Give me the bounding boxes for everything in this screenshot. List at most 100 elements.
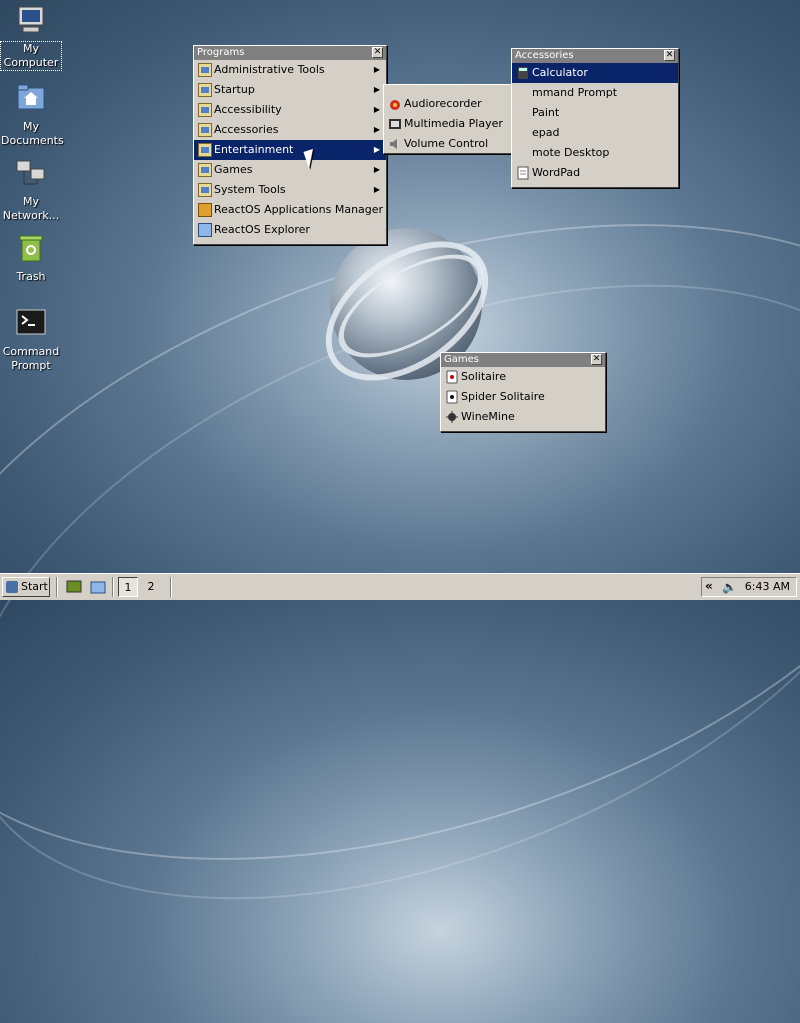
menu-item-accessibility[interactable]: Accessibility ▶ — [194, 100, 386, 120]
menu-item-label: mote Desktop — [532, 146, 610, 159]
menu-item-label: Volume Control — [404, 137, 489, 150]
games-menu-title: Games ✕ — [441, 353, 605, 367]
program-group-icon — [198, 183, 212, 197]
desktop-icon-label: My Computer — [0, 41, 62, 71]
program-group-icon — [198, 83, 212, 97]
workspace-label: 1 — [124, 581, 132, 594]
menu-item-calculator[interactable]: Calculator — [512, 63, 678, 83]
menu-item-command-prompt[interactable]: mmand Prompt — [512, 83, 678, 103]
submenu-arrow-icon: ▶ — [373, 65, 380, 74]
my-network-icon — [16, 160, 45, 185]
clock[interactable]: 6:43 AM — [745, 580, 790, 593]
my-computer-icon — [18, 6, 44, 33]
menu-item-accessories[interactable]: Accessories ▶ — [194, 120, 386, 140]
explorer-icon — [198, 223, 212, 237]
multimedia-player-icon — [389, 119, 401, 129]
my-documents-icon — [17, 84, 45, 110]
menu-item-label: ReactOS Applications Manager — [214, 203, 384, 216]
menu-item-applications-manager[interactable]: ReactOS Applications Manager — [194, 200, 386, 220]
desktop-icon-trash[interactable]: Trash — [1, 232, 61, 284]
menu-item-wordpad[interactable]: WordPad — [512, 163, 678, 183]
desktop-icon-label: Command Prompt — [2, 345, 60, 372]
menu-item-label: Startup — [214, 83, 255, 96]
workspace-2-button[interactable]: 2 — [141, 577, 161, 597]
start-button[interactable]: Start — [2, 577, 50, 597]
menu-item-label: epad — [532, 126, 560, 139]
desktop-icon-label: My Documents — [1, 120, 64, 147]
wordpad-icon — [517, 166, 529, 180]
desktop-icon-command-prompt[interactable]: Command Prompt — [1, 307, 61, 373]
program-group-icon — [198, 103, 212, 117]
menu-item-label: Multimedia Player — [404, 117, 503, 130]
menu-item-reactos-explorer[interactable]: ReactOS Explorer — [194, 220, 386, 240]
menu-item-label: WordPad — [532, 166, 581, 179]
system-tray: « 🔈 6:43 AM — [701, 577, 797, 597]
desktop-icon-label: Trash — [16, 270, 46, 283]
submenu-arrow-icon: ▶ — [373, 145, 380, 154]
program-group-icon — [198, 63, 212, 77]
submenu-arrow-icon: ▶ — [373, 165, 380, 174]
menu-item-spider-solitaire[interactable]: Spider Solitaire — [441, 387, 605, 407]
desktop-icon-my-network[interactable]: My Network... — [1, 157, 61, 223]
programs-menu-title-text: Programs — [197, 47, 245, 58]
start-button-label: Start — [21, 580, 48, 593]
submenu-arrow-icon: ▶ — [373, 185, 380, 194]
menu-item-system-tools[interactable]: System Tools ▶ — [194, 180, 386, 200]
accessories-menu-title: Accessories ✕ — [512, 49, 678, 63]
menu-item-label: WineMine — [461, 410, 515, 423]
accessories-menu-title-text: Accessories — [515, 50, 574, 61]
programs-menu-title: Programs ✕ — [194, 46, 386, 60]
volume-icon[interactable]: 🔈 — [722, 580, 737, 594]
volume-control-icon — [390, 139, 397, 149]
submenu-arrow-icon: ▶ — [373, 85, 380, 94]
menu-item-label: Spider Solitaire — [461, 390, 545, 403]
program-group-icon — [198, 123, 212, 137]
menu-item-label: Solitaire — [461, 370, 506, 383]
desktop-icon-label: My Network... — [2, 195, 60, 222]
start-logo-icon — [6, 581, 18, 593]
close-icon[interactable]: ✕ — [372, 47, 383, 58]
menu-item-administrative-tools[interactable]: Administrative Tools ▶ — [194, 60, 386, 80]
tray-expand-icon[interactable]: « — [705, 579, 713, 593]
menu-item-label: Audiorecorder — [404, 97, 482, 110]
accessories-menu: Accessories ✕ Calculator mmand Prompt Pa… — [511, 48, 679, 188]
applications-manager-icon — [198, 203, 212, 217]
calculator-icon — [518, 67, 528, 79]
workspace-label: 2 — [147, 580, 155, 593]
close-icon[interactable]: ✕ — [591, 354, 602, 365]
menu-item-label: Games — [214, 163, 253, 176]
menu-item-entertainment[interactable]: Entertainment ▶ — [194, 140, 386, 160]
close-icon[interactable]: ✕ — [664, 50, 675, 61]
explorer-quicklaunch-icon[interactable] — [90, 579, 106, 595]
desktop-icon-my-computer[interactable]: My Computer — [0, 4, 62, 71]
menu-item-solitaire[interactable]: Solitaire — [441, 367, 605, 387]
menu-item-label: Calculator — [532, 66, 588, 79]
desktop-icon-my-documents[interactable]: My Documents — [1, 82, 64, 148]
winemine-icon — [446, 411, 458, 423]
menu-item-label: Accessibility — [214, 103, 282, 116]
games-menu-title-text: Games — [444, 354, 479, 365]
submenu-arrow-icon: ▶ — [373, 105, 380, 114]
menu-item-winemine[interactable]: WineMine — [441, 407, 605, 427]
menu-item-remote-desktop[interactable]: mote Desktop — [512, 143, 678, 163]
menu-item-paint[interactable]: Paint — [512, 103, 678, 123]
menu-item-startup[interactable]: Startup ▶ — [194, 80, 386, 100]
taskbar: Start 1 2 « 🔈 6:43 AM — [0, 573, 800, 600]
menu-item-label: Entertainment — [214, 143, 294, 156]
menu-item-notepad[interactable]: epad — [512, 123, 678, 143]
workspace-1-button[interactable]: 1 — [118, 577, 138, 597]
trash-icon — [19, 235, 43, 262]
menu-item-label: mmand Prompt — [532, 86, 618, 99]
show-desktop-icon[interactable] — [66, 579, 82, 595]
spider-solitaire-icon — [446, 390, 458, 404]
programs-menu: Programs ✕ Administrative Tools ▶ Startu… — [193, 45, 387, 245]
menu-item-label: Administrative Tools — [214, 63, 325, 76]
taskbar-separator — [56, 577, 58, 597]
program-group-icon — [198, 143, 212, 157]
submenu-arrow-icon: ▶ — [373, 125, 380, 134]
menu-item-games[interactable]: Games ▶ — [194, 160, 386, 180]
taskbar-separator — [112, 577, 114, 597]
menu-item-label: Accessories — [214, 123, 279, 136]
command-prompt-icon — [16, 309, 46, 335]
audiorecorder-icon — [390, 100, 400, 110]
